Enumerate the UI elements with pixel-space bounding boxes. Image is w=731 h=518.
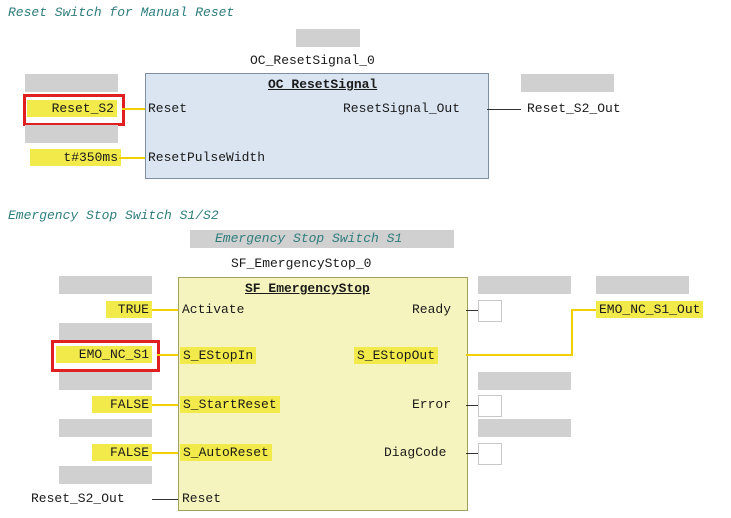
pin-diagcode[interactable]: DiagCode bbox=[384, 445, 446, 461]
output-comment-placeholder[interactable] bbox=[478, 372, 571, 390]
input-comment-placeholder[interactable] bbox=[59, 466, 152, 484]
wire bbox=[571, 309, 573, 356]
pin-resetpulsewidth[interactable]: ResetPulseWidth bbox=[148, 150, 265, 166]
wire bbox=[119, 157, 145, 159]
pin-reset[interactable]: Reset bbox=[148, 101, 187, 117]
wire bbox=[466, 405, 478, 406]
input-comment-placeholder[interactable] bbox=[25, 74, 118, 92]
input-comment-placeholder[interactable] bbox=[25, 125, 118, 143]
output-var-emo-nc-s1-out[interactable]: EMO_NC_S1_Out bbox=[596, 301, 704, 318]
output-var-reset-s2-out[interactable]: Reset_S2_Out bbox=[527, 101, 621, 117]
wire bbox=[466, 310, 478, 311]
input-comment-placeholder[interactable] bbox=[59, 276, 152, 294]
instance-name[interactable]: OC_ResetSignal_0 bbox=[250, 53, 375, 69]
output-comment-placeholder[interactable] bbox=[478, 276, 571, 294]
pin-error[interactable]: Error bbox=[412, 397, 451, 413]
pin-s-startreset[interactable]: S_StartReset bbox=[180, 396, 280, 413]
pin-s-estopin[interactable]: S_EStopIn bbox=[180, 347, 257, 364]
input-comment-placeholder[interactable] bbox=[59, 419, 152, 437]
pin-activate[interactable]: Activate bbox=[182, 302, 244, 318]
wire bbox=[487, 109, 521, 110]
instance-comment-placeholder[interactable] bbox=[296, 29, 360, 47]
wire bbox=[122, 108, 145, 110]
output-comment-placeholder[interactable] bbox=[596, 276, 689, 294]
output-empty-error[interactable] bbox=[478, 395, 502, 417]
output-comment-placeholder[interactable] bbox=[478, 419, 571, 437]
wire bbox=[152, 499, 178, 500]
network1-comment: Reset Switch for Manual Reset bbox=[8, 5, 235, 20]
pin-s-autoreset[interactable]: S_AutoReset bbox=[180, 444, 272, 461]
network2-comment: Emergency Stop Switch S1/S2 bbox=[8, 208, 219, 223]
input-value-pulse-width[interactable]: t#350ms bbox=[30, 149, 121, 166]
block-type-name: OC_ResetSignal bbox=[268, 77, 378, 92]
input-var-reset-s2-out[interactable]: Reset_S2_Out bbox=[31, 491, 125, 507]
output-comment-placeholder[interactable] bbox=[521, 74, 614, 92]
pin-resetsignal-out[interactable]: ResetSignal_Out bbox=[343, 101, 460, 117]
block-type-name: SF_EmergencyStop bbox=[245, 281, 370, 296]
wire bbox=[466, 453, 478, 454]
wire bbox=[152, 309, 178, 311]
wire bbox=[152, 404, 178, 406]
output-empty-diagcode[interactable] bbox=[478, 443, 502, 465]
wire bbox=[157, 354, 178, 356]
selection-highlight bbox=[51, 340, 160, 372]
wire bbox=[152, 452, 178, 454]
input-comment-placeholder[interactable] bbox=[59, 323, 152, 341]
pin-ready[interactable]: Ready bbox=[412, 302, 451, 318]
pin-reset[interactable]: Reset bbox=[182, 491, 221, 507]
wire bbox=[466, 354, 572, 356]
pin-s-estopout[interactable]: S_EStopOut bbox=[354, 347, 439, 364]
block-comment[interactable]: Emergency Stop Switch S1 bbox=[215, 231, 402, 246]
output-empty-ready[interactable] bbox=[478, 300, 502, 322]
selection-highlight bbox=[23, 94, 125, 126]
input-value-false-autoreset[interactable]: FALSE bbox=[92, 444, 152, 461]
input-value-false-startreset[interactable]: FALSE bbox=[92, 396, 152, 413]
instance-name[interactable]: SF_EmergencyStop_0 bbox=[231, 256, 371, 272]
input-comment-placeholder[interactable] bbox=[59, 372, 152, 390]
wire bbox=[571, 309, 596, 311]
input-value-true[interactable]: TRUE bbox=[106, 301, 152, 318]
